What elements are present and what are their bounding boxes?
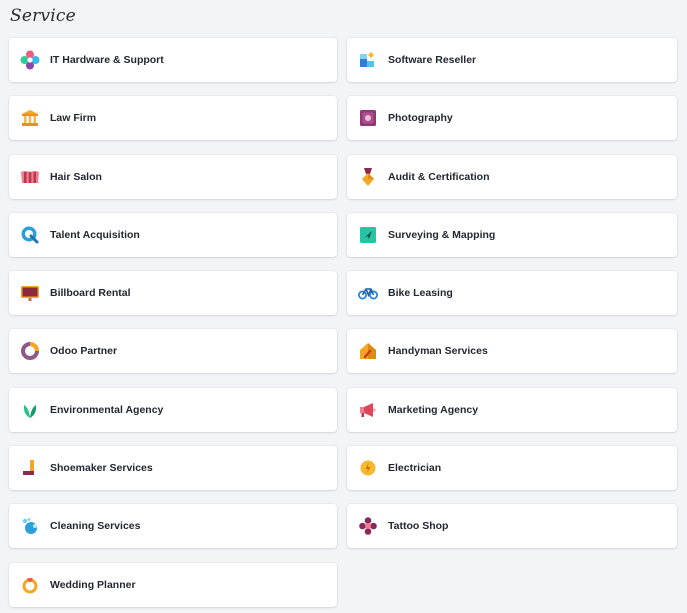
industry-card-hair-salon[interactable]: Hair Salon bbox=[9, 154, 337, 199]
hair-salon-icon bbox=[20, 167, 40, 187]
industry-card-shoemaker-services[interactable]: Shoemaker Services bbox=[9, 446, 337, 491]
industry-card-label: Cleaning Services bbox=[50, 520, 141, 533]
tattoo-shop-icon bbox=[358, 516, 378, 536]
software-reseller-icon bbox=[358, 50, 378, 70]
industry-card-label: Environmental Agency bbox=[50, 403, 164, 416]
audit-certification-icon bbox=[358, 167, 378, 187]
industry-card-billboard-rental[interactable]: Billboard Rental bbox=[9, 271, 337, 316]
law-firm-icon bbox=[20, 108, 40, 128]
industry-card-wedding-planner[interactable]: Wedding Planner bbox=[9, 562, 337, 607]
industry-card-label: Hair Salon bbox=[50, 170, 102, 183]
industry-card-audit-certification[interactable]: Audit & Certification bbox=[347, 154, 677, 199]
industry-card-odoo-partner[interactable]: Odoo Partner bbox=[9, 329, 337, 374]
industry-card-label: Photography bbox=[388, 112, 453, 125]
industry-card-label: Audit & Certification bbox=[388, 170, 490, 183]
talent-acquisition-icon bbox=[20, 225, 40, 245]
industry-card-label: Wedding Planner bbox=[50, 578, 136, 591]
section-title: Service bbox=[10, 6, 76, 26]
industry-card-label: Handyman Services bbox=[388, 345, 488, 358]
industry-card-label: Law Firm bbox=[50, 112, 97, 125]
industry-card-label: Marketing Agency bbox=[388, 403, 479, 416]
bike-leasing-icon bbox=[358, 283, 378, 303]
industry-card-label: Talent Acquisition bbox=[50, 228, 140, 241]
handyman-services-icon bbox=[358, 341, 378, 361]
service-grid: IT Hardware & Support Software Reseller … bbox=[9, 38, 677, 607]
industry-card-software-reseller[interactable]: Software Reseller bbox=[347, 38, 677, 82]
industry-card-tattoo-shop[interactable]: Tattoo Shop bbox=[347, 504, 677, 549]
industry-card-label: Software Reseller bbox=[388, 54, 477, 66]
industry-card-label: Billboard Rental bbox=[50, 287, 131, 300]
wedding-planner-icon bbox=[20, 575, 40, 595]
industry-card-surveying-mapping[interactable]: Surveying & Mapping bbox=[347, 212, 677, 257]
industry-card-environmental-agency[interactable]: Environmental Agency bbox=[9, 387, 337, 432]
shoemaker-services-icon bbox=[20, 458, 40, 478]
marketing-agency-icon bbox=[358, 400, 378, 420]
industry-card-label: Electrician bbox=[388, 462, 442, 475]
photography-icon bbox=[358, 108, 378, 128]
billboard-rental-icon bbox=[20, 283, 40, 303]
industry-card-label: Tattoo Shop bbox=[388, 520, 449, 533]
industry-card-label: IT Hardware & Support bbox=[50, 54, 164, 66]
electrician-icon bbox=[358, 458, 378, 478]
industry-card-electrician[interactable]: Electrician bbox=[347, 446, 677, 491]
industry-card-photography[interactable]: Photography bbox=[347, 96, 677, 141]
industry-card-handyman-services[interactable]: Handyman Services bbox=[347, 329, 677, 374]
industry-card-label: Surveying & Mapping bbox=[388, 228, 496, 241]
odoo-partner-icon bbox=[20, 341, 40, 361]
industry-card-label: Bike Leasing bbox=[388, 287, 453, 300]
environmental-agency-icon bbox=[20, 400, 40, 420]
industry-card-it-hardware[interactable]: IT Hardware & Support bbox=[9, 38, 337, 82]
industry-card-law-firm[interactable]: Law Firm bbox=[9, 96, 337, 141]
industry-card-marketing-agency[interactable]: Marketing Agency bbox=[347, 387, 677, 432]
industry-card-label: Odoo Partner bbox=[50, 345, 118, 358]
industry-card-label: Shoemaker Services bbox=[50, 462, 153, 475]
industry-card-bike-leasing[interactable]: Bike Leasing bbox=[347, 271, 677, 316]
it-hardware-icon bbox=[20, 50, 40, 70]
industry-card-talent-acquisition[interactable]: Talent Acquisition bbox=[9, 212, 337, 257]
surveying-mapping-icon bbox=[358, 225, 378, 245]
industry-card-cleaning-services[interactable]: Cleaning Services bbox=[9, 504, 337, 549]
cleaning-services-icon bbox=[20, 516, 40, 536]
